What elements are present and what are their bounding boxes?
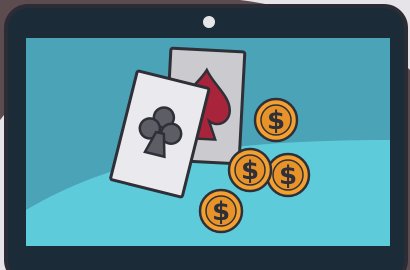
coin-3: $ bbox=[227, 147, 273, 193]
tablet-gambling-illustration: $ $ $ $ bbox=[0, 0, 410, 270]
dollar-sign: $ bbox=[212, 197, 230, 227]
dollar-sign: $ bbox=[267, 106, 285, 136]
dollar-sign: $ bbox=[279, 161, 297, 191]
coin-4: $ bbox=[198, 188, 244, 234]
dollar-sign: $ bbox=[241, 156, 259, 186]
coin-2: $ bbox=[265, 152, 311, 198]
coin-1: $ bbox=[253, 97, 299, 143]
camera-icon bbox=[203, 16, 215, 28]
